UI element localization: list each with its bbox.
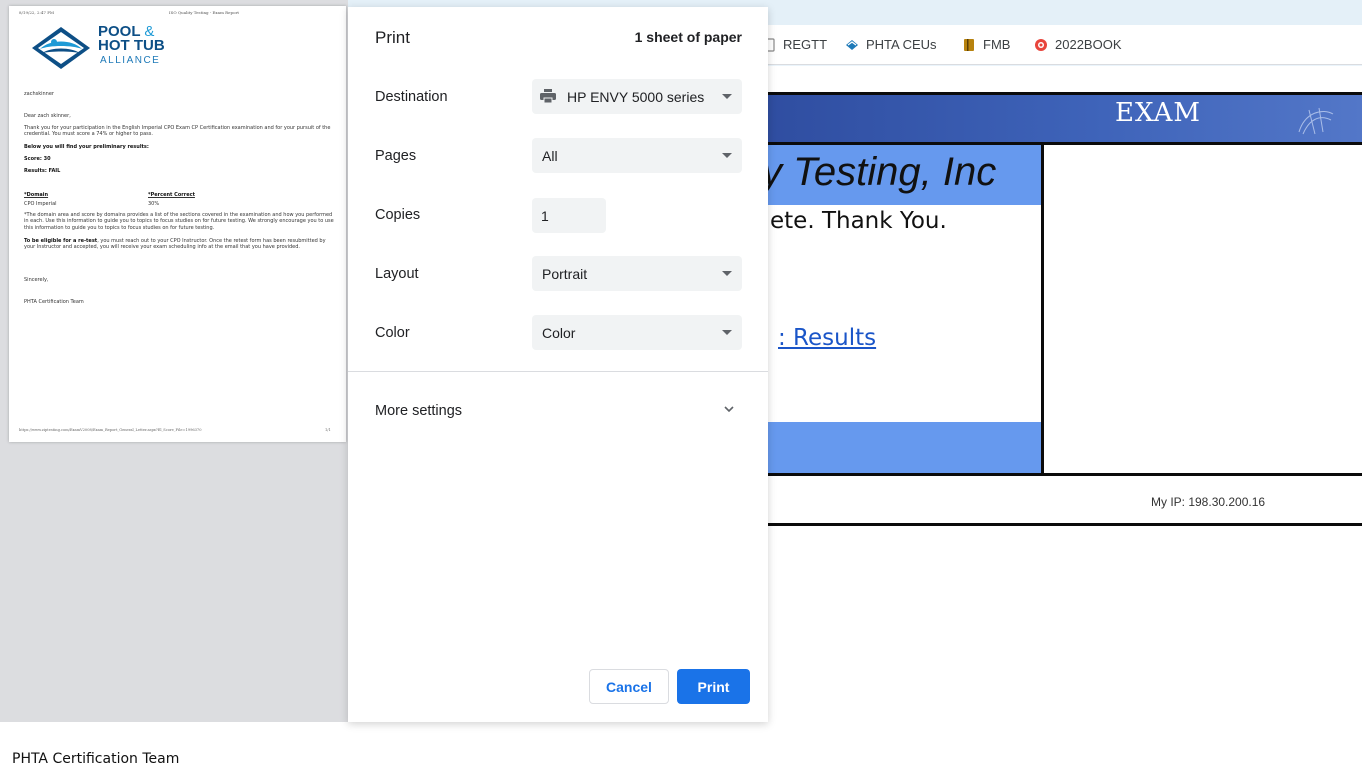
preview-greeting: Dear zach skinner,: [24, 113, 71, 119]
settings-divider: [348, 371, 768, 372]
copies-label: Copies: [375, 207, 421, 223]
exam-header-band: [760, 92, 1362, 145]
preview-username: zachskinner: [24, 91, 54, 97]
color-label: Color: [375, 325, 410, 341]
chevron-down-icon: [722, 94, 732, 99]
alliance-logo-icon: [32, 27, 90, 69]
bookmark-regtt-label: REGTT: [783, 37, 828, 52]
sheet-count: 1 sheet of paper: [634, 29, 742, 45]
ip-address: My IP: 198.30.200.16: [1151, 495, 1266, 509]
preview-below: Below you will find your preliminary res…: [24, 144, 336, 150]
preview-intro: Thank you for your participation in the …: [24, 125, 331, 138]
preview-below-text: Below you will find your preliminary res…: [24, 144, 149, 150]
bookmark-regtt[interactable]: REGTT: [762, 37, 827, 52]
color-select[interactable]: Color: [532, 315, 742, 350]
destination-select[interactable]: HP ENVY 5000 series: [532, 79, 742, 114]
preview-retest: To be eligible for a re-test, you must r…: [24, 238, 336, 251]
completion-message: ete. Thank You.: [770, 208, 947, 234]
preview-footer-url: https://www.ziptesting.com/ExamV2008/Exa…: [19, 428, 202, 432]
divider-horizontal: [760, 473, 1362, 476]
bookmark-2022book[interactable]: 2022BOOK: [1034, 37, 1122, 52]
pages-value: All: [542, 148, 558, 164]
preview-header-date: 8/19/22, 2:47 PM: [19, 10, 55, 15]
print-button[interactable]: Print: [677, 669, 750, 704]
layout-value: Portrait: [542, 266, 588, 282]
printer-icon: [540, 89, 556, 103]
logo-text-alliance: ALLIANCE: [100, 55, 161, 66]
preview-header-title: ISO Quality Testing - Exam Report: [169, 10, 239, 15]
chevron-down-icon: [722, 271, 732, 276]
book-icon: [964, 38, 974, 51]
bookmark-fmb[interactable]: FMB: [962, 37, 1010, 52]
print-preview-pane: 8/19/22, 2:47 PM ISO Quality Testing - E…: [0, 0, 348, 722]
color-value: Color: [542, 325, 576, 341]
chevron-down-icon: [722, 330, 732, 335]
copies-input[interactable]: [532, 198, 606, 233]
bookmark-phta-ceus-label: PHTA CEUs: [866, 37, 937, 52]
chevron-down-icon[interactable]: [722, 402, 736, 416]
logo-text-hot-tub: HOT TUB: [98, 37, 165, 54]
divider-horizontal-bottom: [760, 523, 1362, 526]
preview-row-domain: CPO Imperial: [24, 201, 57, 207]
bookmark-phta-ceus[interactable]: PHTA CEUs: [845, 37, 937, 52]
preview-score: Score: 30: [24, 156, 336, 162]
pool-hot-tub-alliance-logo: POOL & HOT TUB ALLIANCE: [30, 23, 170, 75]
cancel-button[interactable]: Cancel: [589, 669, 669, 704]
exam-header-title: EXAM: [1115, 98, 1201, 128]
pages-select[interactable]: All: [532, 138, 742, 173]
bookmark-2022book-label: 2022BOOK: [1055, 37, 1122, 52]
preview-results-text: Results: FAIL: [24, 168, 61, 174]
destination-label: Destination: [375, 89, 448, 105]
destination-value: HP ENVY 5000 series: [567, 89, 705, 105]
footer-banner: [760, 422, 1042, 474]
preview-row-percent: 30%: [148, 201, 160, 207]
phta-logo-icon: [846, 39, 858, 50]
results-link[interactable]: : Results: [778, 325, 876, 351]
preview-note: *The domain area and score by domains pr…: [24, 212, 334, 231]
preview-score-text: Score: 30: [24, 156, 51, 162]
preview-col-domain-text: *Domain: [24, 192, 49, 198]
circle-logo-icon: [1035, 38, 1047, 51]
more-settings-toggle[interactable]: More settings: [375, 403, 462, 419]
chevron-down-icon: [722, 153, 732, 158]
layout-label: Layout: [375, 266, 419, 282]
preview-page: 8/19/22, 2:47 PM ISO Quality Testing - E…: [9, 6, 346, 442]
bookmark-fmb-label: FMB: [983, 37, 1011, 52]
preview-team: PHTA Certification Team: [24, 299, 84, 305]
globe-icon: [1298, 107, 1334, 135]
layout-select[interactable]: Portrait: [532, 256, 742, 291]
print-settings-panel: Print 1 sheet of paper Destination HP EN…: [348, 7, 768, 722]
print-dialog-title: Print: [375, 28, 410, 47]
company-name: y Testing, Inc: [762, 150, 997, 194]
preview-footer-page: 1/1: [325, 428, 331, 432]
bottom-team-text: PHTA Certification Team: [12, 751, 180, 767]
preview-col-domain: *Domain: [24, 192, 144, 198]
preview-col-percent-text: *Percent Correct: [148, 192, 195, 198]
preview-retest-bold: To be eligible for a re-test: [24, 238, 98, 244]
divider-vertical: [1041, 145, 1044, 475]
preview-sincerely: Sincerely,: [24, 277, 49, 283]
preview-col-percent: *Percent Correct: [148, 192, 268, 198]
preview-results: Results: FAIL: [24, 168, 336, 174]
pages-label: Pages: [375, 148, 417, 164]
